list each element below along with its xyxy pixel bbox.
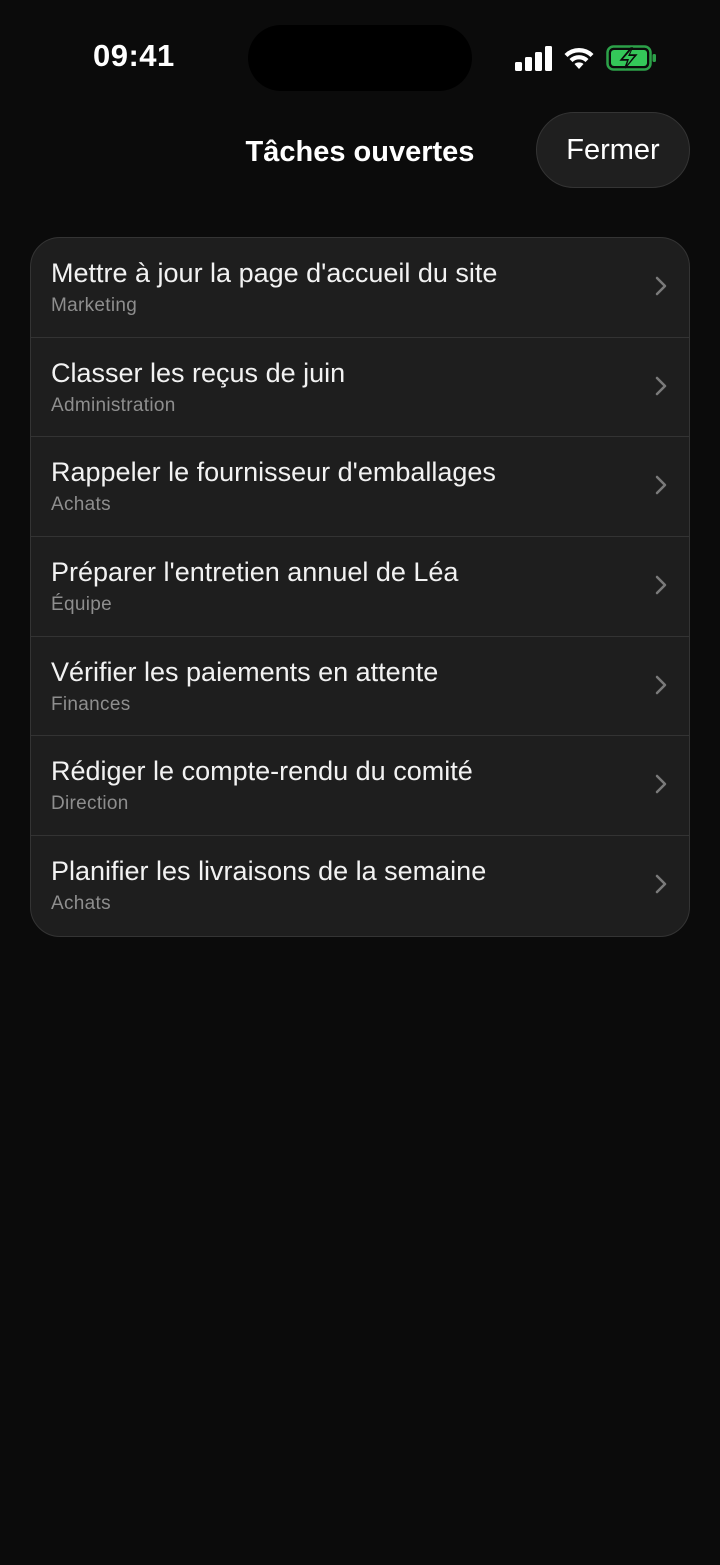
task-row[interactable]: Classer les reçus de juin Administration xyxy=(31,338,689,438)
status-bar: 09:41 xyxy=(0,0,720,110)
chevron-right-icon xyxy=(655,575,667,595)
task-category: Finances xyxy=(51,693,131,715)
task-row[interactable]: Mettre à jour la page d'accueil du site … xyxy=(31,238,689,338)
chevron-right-icon xyxy=(655,675,667,694)
task-row[interactable]: Préparer l'entretien annuel de Léa Équip… xyxy=(31,537,689,637)
task-title: Préparer l'entretien annuel de Léa xyxy=(51,557,459,588)
wifi-icon xyxy=(564,47,594,69)
task-row[interactable]: Rappeler le fournisseur d'emballages Ach… xyxy=(31,437,689,538)
task-title: Mettre à jour la page d'accueil du site xyxy=(51,258,498,288)
dynamic-island xyxy=(248,25,472,91)
task-title: Planifier les livraisons de la semaine xyxy=(51,856,487,887)
task-category: Marketing xyxy=(51,295,138,316)
task-category: Équipe xyxy=(51,594,112,616)
close-button[interactable]: Fermer xyxy=(536,112,690,188)
task-category: Achats xyxy=(51,494,111,516)
task-title: Rédiger le compte-rendu du comité xyxy=(51,756,473,787)
chevron-right-icon xyxy=(655,276,667,296)
status-time: 09:41 xyxy=(93,38,175,73)
task-title: Vérifier les paiements en attente xyxy=(51,656,439,687)
chevron-right-icon xyxy=(655,376,667,395)
task-row[interactable]: Vérifier les paiements en attente Financ… xyxy=(31,637,689,737)
chevron-right-icon xyxy=(655,775,667,794)
task-category: Achats xyxy=(51,893,111,915)
task-category: Administration xyxy=(51,394,176,416)
task-title: Rappeler le fournisseur d'emballages xyxy=(51,457,496,488)
task-row[interactable]: Rédiger le compte-rendu du comité Direct… xyxy=(31,736,689,837)
task-row[interactable]: Planifier les livraisons de la semaine A… xyxy=(31,836,689,936)
task-title: Classer les reçus de juin xyxy=(51,357,346,388)
task-list: Mettre à jour la page d'accueil du site … xyxy=(30,237,690,937)
battery-charging-icon xyxy=(606,45,656,71)
chevron-right-icon xyxy=(655,476,667,495)
task-category: Direction xyxy=(51,793,129,815)
chevron-right-icon xyxy=(655,874,667,894)
cellular-signal-icon xyxy=(515,46,552,71)
